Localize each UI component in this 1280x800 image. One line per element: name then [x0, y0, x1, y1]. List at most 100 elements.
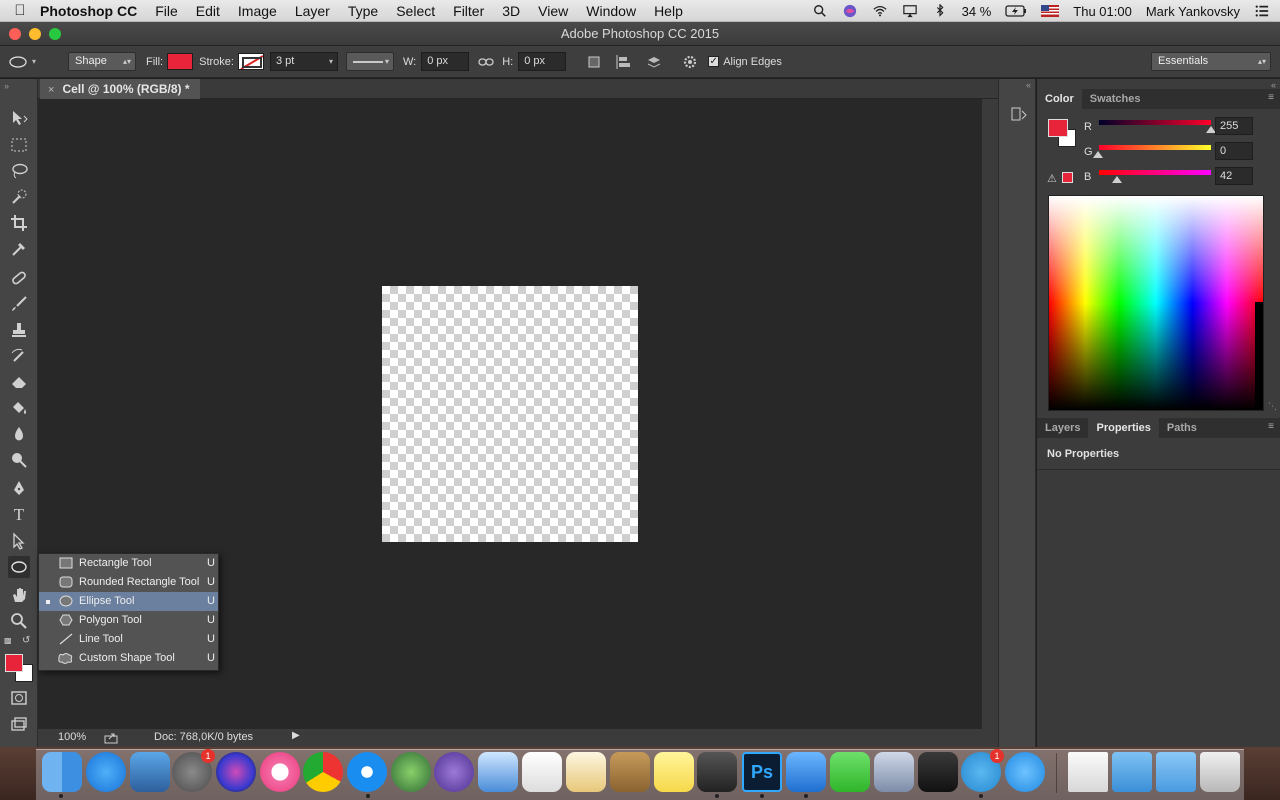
airplay-icon[interactable] [902, 4, 918, 18]
red-slider[interactable] [1099, 120, 1211, 125]
torrent-client-dock-icon[interactable] [434, 752, 474, 792]
color-spectrum-ramp[interactable] [1048, 195, 1264, 411]
green-slider-thumb[interactable] [1093, 151, 1103, 158]
zoom-window-button[interactable] [49, 28, 61, 40]
siri-dock-icon[interactable] [216, 752, 256, 792]
apple-menu-icon[interactable]:  [0, 2, 40, 19]
blue-value-field[interactable]: 42 [1215, 167, 1253, 185]
ellipse-tool-button[interactable] [8, 556, 30, 578]
type-tool-icon[interactable]: T [8, 504, 30, 526]
move-tool-icon[interactable] [8, 107, 30, 129]
folder-dock-icon[interactable] [1112, 752, 1152, 792]
battery-charging-icon[interactable] [1005, 4, 1027, 18]
history-brush-tool-icon[interactable] [8, 345, 30, 367]
stroke-width-field[interactable]: 3 pt ▾ [269, 52, 338, 71]
wifi-icon[interactable] [872, 4, 888, 18]
screen-mode-icon[interactable] [8, 714, 30, 736]
itunes-dock-icon[interactable] [260, 752, 300, 792]
foreground-color-swatch[interactable] [5, 654, 23, 672]
path-selection-tool-icon[interactable] [8, 530, 30, 552]
flyout-custom-shape-tool[interactable]: Custom Shape Tool U [39, 649, 218, 668]
collapse-arrows-icon[interactable]: « [1026, 80, 1031, 90]
marquee-tool-icon[interactable] [8, 134, 30, 156]
color-panel-foreground-swatch[interactable] [1048, 119, 1068, 137]
close-window-button[interactable] [9, 28, 21, 40]
height-field[interactable]: 0 px [518, 52, 567, 71]
red-value-field[interactable]: 255 [1215, 117, 1253, 135]
hand-tool-icon[interactable] [8, 584, 30, 606]
menu-select[interactable]: Select [396, 3, 435, 19]
gear-icon[interactable] [682, 54, 698, 70]
resize-grip-icon[interactable]: ⋱ [1268, 401, 1277, 412]
sketch-dock-icon[interactable] [918, 752, 958, 792]
preview-dock-icon[interactable] [874, 752, 914, 792]
xcode-dock-icon[interactable] [786, 752, 826, 792]
lasso-tool-icon[interactable] [8, 160, 30, 182]
tool-mode-dropdown[interactable]: Shape ▴▾ [68, 52, 136, 71]
numbers-dock-icon[interactable] [522, 752, 562, 792]
menu-window[interactable]: Window [586, 3, 636, 19]
panel-menu-icon[interactable]: ≡ [1268, 92, 1274, 103]
system-preferences-dock-icon[interactable]: 1 [172, 749, 215, 792]
notification-center-icon[interactable] [1254, 4, 1270, 18]
messages-dock-icon[interactable] [1005, 752, 1045, 792]
quick-selection-tool-icon[interactable] [8, 186, 30, 208]
menubar-user[interactable]: Mark Yankovsky [1146, 4, 1240, 19]
vertical-scrollbar[interactable] [982, 99, 998, 729]
workspace-dropdown[interactable]: Essentials ▴▾ [1151, 52, 1271, 71]
out-of-gamut-warning-icon[interactable]: ⚠ [1047, 172, 1057, 185]
path-arrangement-icon[interactable] [644, 53, 664, 71]
menu-file[interactable]: File [155, 3, 178, 19]
collapse-arrows-icon[interactable]: » [4, 81, 9, 91]
downloads-folder-dock-icon[interactable] [1156, 752, 1196, 792]
tab-paths[interactable]: Paths [1159, 418, 1205, 438]
finder-dock-icon[interactable] [42, 752, 82, 792]
menu-help[interactable]: Help [654, 3, 683, 19]
minimize-window-button[interactable] [29, 28, 41, 40]
menu-view[interactable]: View [538, 3, 568, 19]
menu-3d[interactable]: 3D [502, 3, 520, 19]
telegram-dock-icon[interactable]: 1 [961, 749, 1004, 792]
tab-swatches[interactable]: Swatches [1082, 89, 1149, 109]
blue-slider[interactable] [1099, 170, 1211, 175]
path-operations-icon[interactable] [586, 54, 602, 70]
status-menu-arrow-icon[interactable]: ▶ [292, 730, 300, 741]
quick-mask-icon[interactable] [8, 687, 30, 709]
siri-icon[interactable] [842, 4, 858, 18]
document-tab[interactable]: × Cell @ 100% (RGB/8) * [40, 79, 200, 99]
menubar-clock[interactable]: Thu 01:00 [1073, 4, 1132, 19]
spotlight-search-icon[interactable] [812, 4, 828, 18]
flyout-polygon-tool[interactable]: Polygon Tool U [39, 611, 218, 630]
fill-color-swatch[interactable] [167, 53, 194, 70]
notes-dock-icon[interactable] [654, 752, 694, 792]
green-value-field[interactable]: 0 [1215, 142, 1253, 160]
menu-image[interactable]: Image [238, 3, 277, 19]
contacts-dock-icon[interactable] [610, 752, 650, 792]
safari-dock-icon[interactable] [347, 752, 387, 792]
clone-stamp-tool-icon[interactable] [8, 319, 30, 341]
tab-color[interactable]: Color [1037, 89, 1082, 109]
dodge-tool-icon[interactable] [8, 449, 30, 471]
zoom-tool-icon[interactable] [8, 610, 30, 632]
healing-brush-tool-icon[interactable] [8, 267, 30, 289]
flyout-line-tool[interactable]: Line Tool U [39, 630, 218, 649]
tool-preset-picker[interactable]: ▾ [8, 55, 60, 69]
document-stack-dock-icon[interactable] [1068, 752, 1108, 792]
eyedropper-tool-icon[interactable] [8, 238, 30, 260]
stroke-color-swatch[interactable] [237, 53, 264, 70]
zoom-level[interactable]: 100% [58, 731, 86, 743]
app-store-dock-icon[interactable] [86, 752, 126, 792]
align-edges-checkbox[interactable]: ✓ Align Edges [708, 56, 782, 68]
blue-slider-thumb[interactable] [1112, 176, 1122, 183]
bluetooth-icon[interactable] [932, 4, 948, 18]
screen-sharing-dock-icon[interactable] [130, 752, 170, 792]
input-source-flag-icon[interactable] [1041, 4, 1060, 18]
menu-type[interactable]: Type [348, 3, 378, 19]
pen-tool-icon[interactable] [8, 478, 30, 500]
path-alignment-icon[interactable] [614, 53, 632, 71]
pages-dock-icon[interactable] [566, 752, 606, 792]
stroke-type-dropdown[interactable]: ▾ [345, 52, 394, 71]
crop-tool-icon[interactable] [8, 212, 30, 234]
history-panel-icon[interactable] [1009, 105, 1029, 125]
menu-app-name[interactable]: Photoshop CC [40, 3, 137, 19]
